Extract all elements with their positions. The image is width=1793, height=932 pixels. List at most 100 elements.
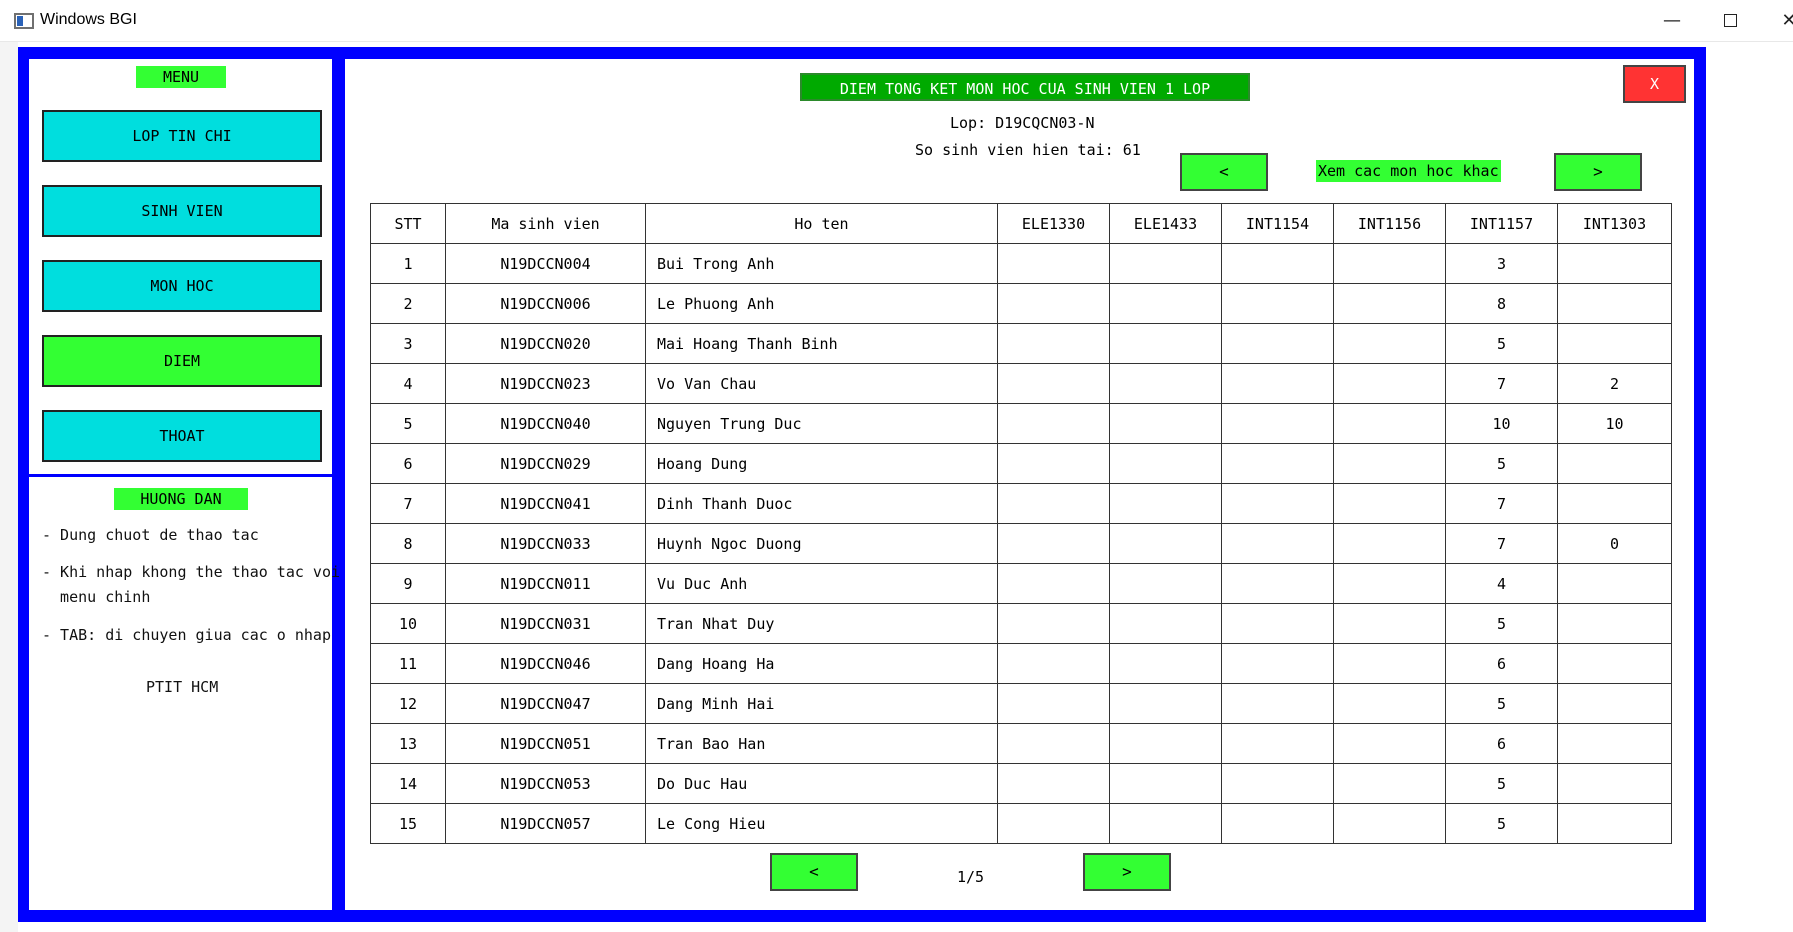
table-cell — [1109, 443, 1222, 484]
table-row: 9 N19DCCN011 Vu Duc Anh 4 — [370, 563, 1672, 604]
grades-table: STT Ma sinh vien Ho ten ELE1330 ELE1433 INT11… — [370, 203, 1672, 844]
table-cell: N19DCCN031 — [445, 603, 646, 644]
table-cell — [1333, 603, 1446, 644]
column-header: ELE1330 — [997, 203, 1110, 244]
table-cell: N19DCCN020 — [445, 323, 646, 364]
table-row: 7 N19DCCN041 Dinh Thanh Duoc 7 — [370, 483, 1672, 524]
table-cell: Hoang Dung — [645, 443, 998, 484]
table-cell — [1109, 603, 1222, 644]
table-cell: N19DCCN040 — [445, 403, 646, 444]
menu-button-mon-hoc[interactable]: MON HOC — [42, 260, 322, 312]
guide-line: menu chinh — [42, 588, 151, 606]
table-cell — [1333, 443, 1446, 484]
table-cell — [1109, 803, 1222, 844]
column-header: Ho ten — [645, 203, 998, 244]
table-cell — [1221, 483, 1334, 524]
menu-title: MENU — [136, 66, 226, 88]
subject-prev-button[interactable]: < — [1180, 153, 1268, 191]
table-cell — [1221, 363, 1334, 404]
menu-button-lop-tin-chi[interactable]: LOP TIN CHI — [42, 110, 322, 162]
table-cell — [1109, 483, 1222, 524]
table-cell: N19DCCN053 — [445, 763, 646, 804]
table-cell — [1333, 403, 1446, 444]
table-cell — [1333, 323, 1446, 364]
subject-next-button[interactable]: > — [1554, 153, 1642, 191]
column-header: INT1154 — [1221, 203, 1334, 244]
table-cell — [997, 323, 1110, 364]
menu-button-diem[interactable]: DIEM — [42, 335, 322, 387]
table-cell — [1221, 643, 1334, 684]
page-prev-button[interactable]: < — [770, 853, 858, 891]
minimize-button[interactable]: — — [1649, 6, 1695, 36]
table-cell — [1333, 363, 1446, 404]
table-cell: 13 — [370, 723, 446, 764]
table-cell: 3 — [1445, 243, 1558, 284]
table-cell — [1333, 523, 1446, 564]
table-cell: Dang Hoang Ha — [645, 643, 998, 684]
table-cell: N19DCCN047 — [445, 683, 646, 724]
table-row: 11 N19DCCN046 Dang Hoang Ha 6 — [370, 643, 1672, 684]
table-cell — [1557, 563, 1672, 604]
table-cell: Le Phuong Anh — [645, 283, 998, 324]
table-cell: 1 — [370, 243, 446, 284]
table-cell — [1221, 603, 1334, 644]
table-cell — [1221, 563, 1334, 604]
table-body: 1 N19DCCN004 Bui Trong Anh 3 2 N19DCCN006 Le P… — [370, 243, 1672, 844]
table-cell: 7 — [1445, 523, 1558, 564]
table-cell — [1221, 323, 1334, 364]
table-cell — [1109, 363, 1222, 404]
table-row: 13 N19DCCN051 Tran Bao Han 6 — [370, 723, 1672, 764]
menu-button-sinh-vien[interactable]: SINH VIEN — [42, 185, 322, 237]
table-cell: 10 — [370, 603, 446, 644]
page-indicator: 1/5 — [957, 868, 985, 886]
table-cell: 7 — [1445, 363, 1558, 404]
desktop-background — [0, 42, 18, 932]
table-cell: 9 — [370, 563, 446, 604]
table-cell: 4 — [370, 363, 446, 404]
column-header: ELE1433 — [1109, 203, 1222, 244]
table-row: 5 N19DCCN040 Nguyen Trung Duc 10 10 — [370, 403, 1672, 444]
table-cell: N19DCCN041 — [445, 483, 646, 524]
guide-line: - Khi nhap khong the thao tac voi — [42, 563, 341, 581]
table-cell: 15 — [370, 803, 446, 844]
window-title: Windows BGI — [40, 11, 137, 28]
table-cell — [1557, 603, 1672, 644]
table-cell: Bui Trong Anh — [645, 243, 998, 284]
table-cell: 6 — [370, 443, 446, 484]
brand-text: PTIT HCM — [146, 678, 219, 696]
window-close-button[interactable]: ✕ — [1766, 6, 1793, 36]
table-cell: N19DCCN046 — [445, 643, 646, 684]
table-cell — [1557, 243, 1672, 284]
table-row: 8 N19DCCN033 Huynh Ngoc Duong 7 0 — [370, 523, 1672, 564]
column-header: STT — [370, 203, 446, 244]
table-cell: 5 — [1445, 443, 1558, 484]
table-cell: 5 — [1445, 683, 1558, 724]
table-cell — [1557, 323, 1672, 364]
maximize-button[interactable] — [1707, 6, 1753, 36]
table-cell — [1557, 643, 1672, 684]
table-cell — [997, 723, 1110, 764]
column-header: INT1156 — [1333, 203, 1446, 244]
table-row: 12 N19DCCN047 Dang Minh Hai 5 — [370, 683, 1672, 724]
subject-nav-label[interactable]: Xem cac mon hoc khac — [1316, 160, 1501, 182]
table-cell: Vu Duc Anh — [645, 563, 998, 604]
table-cell — [997, 603, 1110, 644]
table-row: 4 N19DCCN023 Vo Van Chau 7 2 — [370, 363, 1672, 404]
table-row: 15 N19DCCN057 Le Cong Hieu 5 — [370, 803, 1672, 844]
table-cell — [997, 563, 1110, 604]
app-window-icon — [14, 13, 34, 29]
table-cell: Nguyen Trung Duc — [645, 403, 998, 444]
table-cell — [1333, 283, 1446, 324]
table-cell — [1557, 803, 1672, 844]
page-next-button[interactable]: > — [1083, 853, 1171, 891]
column-header: Ma sinh vien — [445, 203, 646, 244]
menu-button-thoat[interactable]: THOAT — [42, 410, 322, 462]
table-cell — [997, 443, 1110, 484]
table-cell — [997, 483, 1110, 524]
table-cell: Mai Hoang Thanh Binh — [645, 323, 998, 364]
close-button[interactable]: X — [1623, 65, 1686, 103]
table-cell — [1333, 243, 1446, 284]
table-cell: 12 — [370, 683, 446, 724]
sidebar-divider — [29, 474, 332, 477]
table-cell — [1557, 763, 1672, 804]
